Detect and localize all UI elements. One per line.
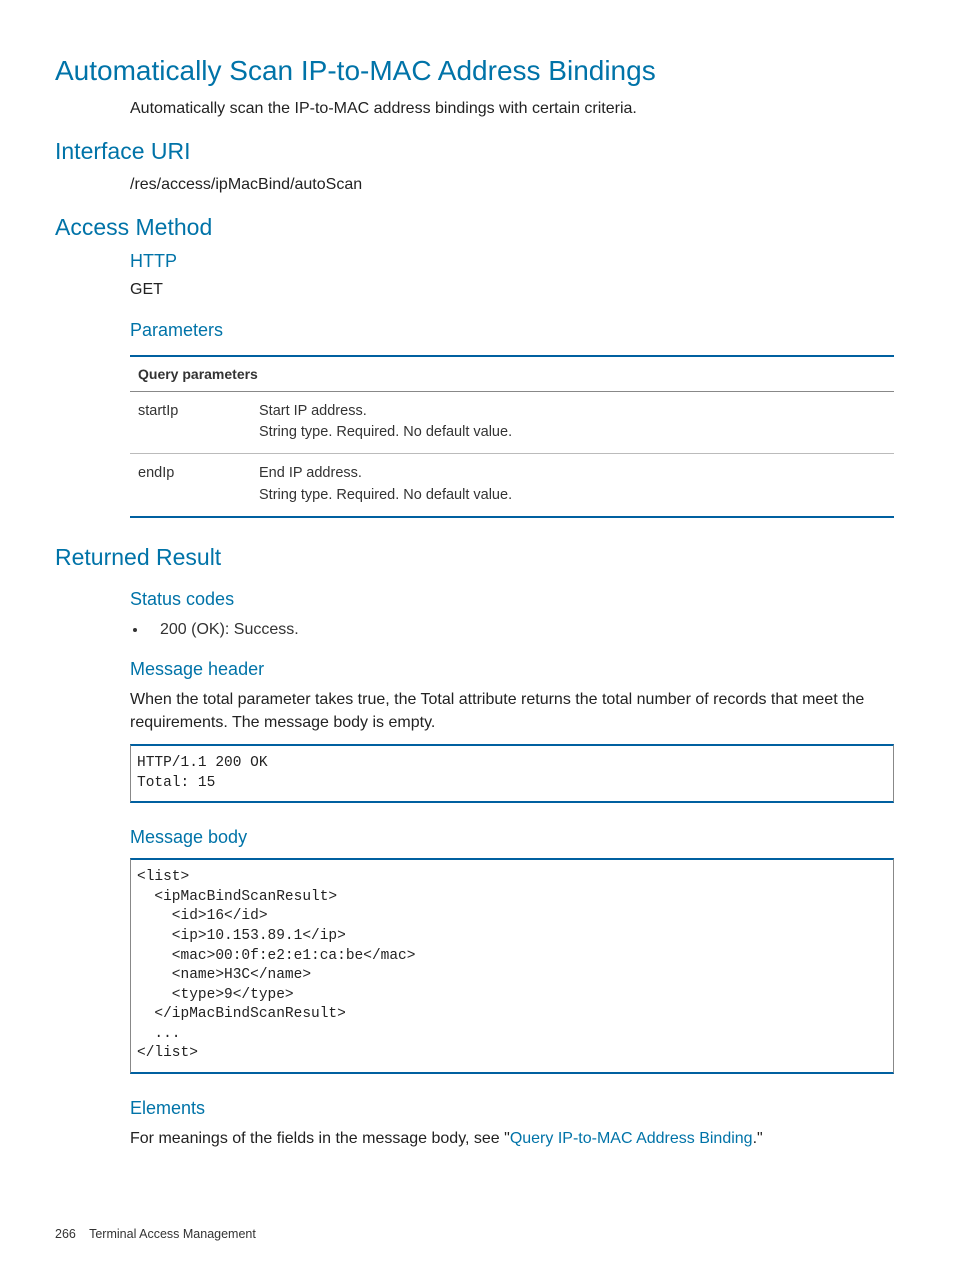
heading-elements: Elements xyxy=(130,1098,894,1119)
heading-returned-result: Returned Result xyxy=(55,544,894,571)
heading-http: HTTP xyxy=(130,251,894,272)
table-header: Query parameters xyxy=(130,356,894,392)
heading-interface-uri: Interface URI xyxy=(55,138,894,165)
message-header-code: HTTP/1.1 200 OK Total: 15 xyxy=(130,744,894,803)
heading-parameters: Parameters xyxy=(130,320,894,341)
page-footer: 266 Terminal Access Management xyxy=(55,1227,256,1241)
heading-message-body: Message body xyxy=(130,827,894,848)
message-header-text: When the total parameter takes true, the… xyxy=(130,688,894,734)
param-desc: End IP address. String type. Required. N… xyxy=(251,454,894,517)
heading-access-method: Access Method xyxy=(55,214,894,241)
status-codes-list: 200 (OK): Success. xyxy=(148,618,894,641)
param-desc: Start IP address. String type. Required.… xyxy=(251,391,894,454)
heading-status-codes: Status codes xyxy=(130,589,894,610)
message-body-code: <list> <ipMacBindScanResult> <id>16</id>… xyxy=(130,858,894,1074)
intro-text: Automatically scan the IP-to-MAC address… xyxy=(130,97,894,120)
interface-uri-value: /res/access/ipMacBind/autoScan xyxy=(130,173,894,196)
list-item: 200 (OK): Success. xyxy=(148,618,894,641)
page-number: 266 xyxy=(55,1227,76,1241)
chapter-name: Terminal Access Management xyxy=(89,1227,256,1241)
param-name: endIp xyxy=(130,454,251,517)
table-row: startIp Start IP address. String type. R… xyxy=(130,391,894,454)
http-method-value: GET xyxy=(130,278,894,301)
param-name: startIp xyxy=(130,391,251,454)
page-title: Automatically Scan IP-to-MAC Address Bin… xyxy=(55,55,894,87)
elements-text: For meanings of the fields in the messag… xyxy=(130,1127,894,1150)
table-row: endIp End IP address. String type. Requi… xyxy=(130,454,894,517)
heading-message-header: Message header xyxy=(130,659,894,680)
elements-link[interactable]: Query IP-to-MAC Address Binding xyxy=(510,1130,753,1147)
parameters-table: Query parameters startIp Start IP addres… xyxy=(130,355,894,518)
